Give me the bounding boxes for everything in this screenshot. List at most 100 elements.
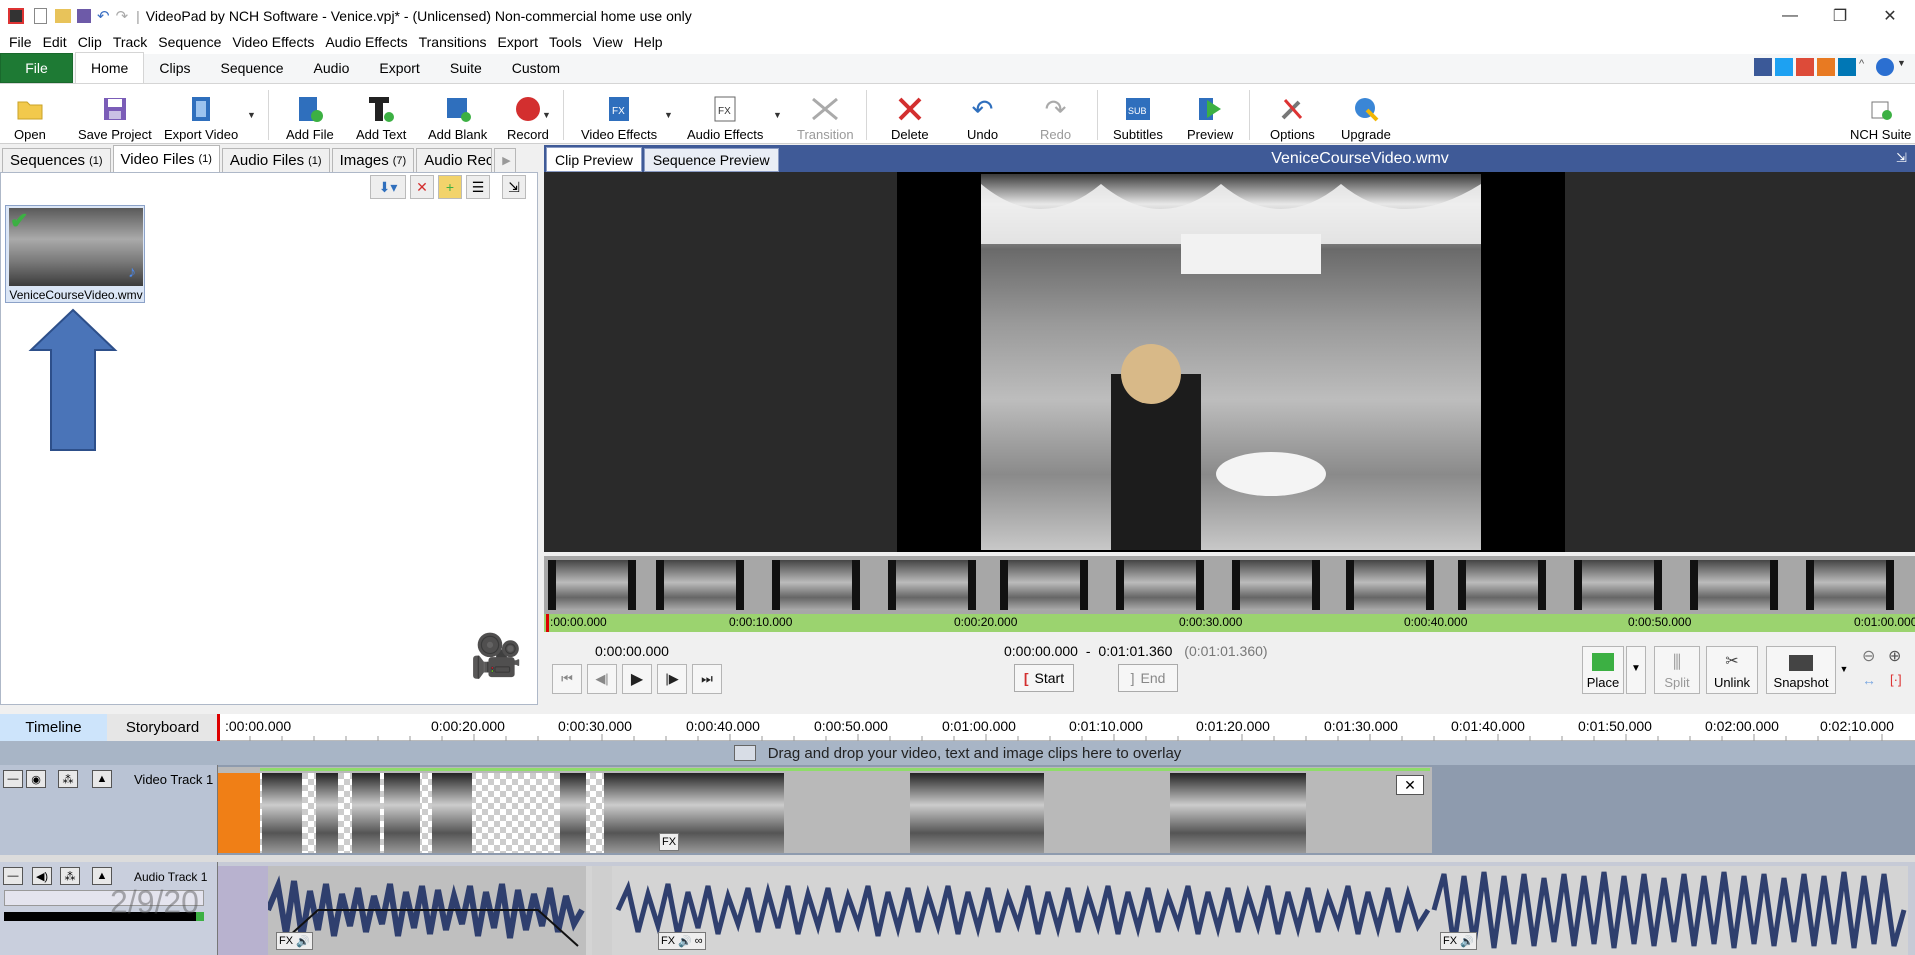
nch-suite-button[interactable]: NCH Suite bbox=[1850, 86, 1911, 142]
restore-button[interactable]: ❐ bbox=[1815, 0, 1865, 32]
audio-lock-icon[interactable]: ▲ bbox=[92, 867, 112, 885]
tab-suite[interactable]: Suite bbox=[435, 53, 497, 83]
google-plus-icon[interactable] bbox=[1796, 58, 1814, 76]
tab-export[interactable]: Export bbox=[364, 53, 434, 83]
tab-custom[interactable]: Custom bbox=[497, 53, 575, 83]
snapshot-button[interactable]: Snapshot bbox=[1766, 646, 1836, 694]
menu-audio-effects[interactable]: Audio Effects bbox=[325, 34, 407, 50]
tab-timeline[interactable]: Timeline bbox=[0, 714, 107, 741]
solo-audio-icon[interactable]: ⁂ bbox=[60, 867, 80, 885]
record-dropdown-icon[interactable]: ▼ bbox=[542, 110, 551, 120]
video-track[interactable]: FX ✕ bbox=[0, 765, 1915, 855]
tab-storyboard[interactable]: Storyboard bbox=[107, 714, 218, 741]
add-file-button[interactable]: Add File bbox=[286, 86, 334, 142]
solo-track-icon[interactable]: ⁂ bbox=[58, 770, 78, 788]
orange-clip[interactable] bbox=[218, 773, 260, 853]
linkedin-icon[interactable] bbox=[1838, 58, 1856, 76]
bin-tab-sequences[interactable]: Sequences (1) bbox=[2, 148, 111, 172]
set-end-button[interactable]: ] End bbox=[1118, 664, 1178, 692]
tab-audio[interactable]: Audio bbox=[299, 53, 365, 83]
remove-icon[interactable]: ✕ bbox=[410, 175, 434, 199]
new-icon[interactable] bbox=[34, 8, 47, 24]
zoom-in-icon[interactable]: ⊕ bbox=[1888, 646, 1901, 666]
collapse-track-icon[interactable]: — bbox=[3, 770, 23, 788]
audio-effects-button[interactable]: FX Audio Effects bbox=[687, 86, 763, 142]
menu-track[interactable]: Track bbox=[113, 34, 147, 50]
menu-file[interactable]: File bbox=[9, 34, 32, 50]
export-video-dropdown-icon[interactable]: ▼ bbox=[247, 110, 256, 120]
overlay-track[interactable]: Drag and drop your video, text and image… bbox=[0, 741, 1915, 765]
transition-button[interactable]: Transition bbox=[797, 86, 854, 142]
bin-tab-images[interactable]: Images (7) bbox=[331, 148, 415, 172]
menu-tools[interactable]: Tools bbox=[549, 34, 582, 50]
unlink-button[interactable]: ✂ Unlink bbox=[1706, 646, 1758, 694]
menu-video-effects[interactable]: Video Effects bbox=[232, 34, 314, 50]
tab-sequence-preview[interactable]: Sequence Preview bbox=[643, 148, 779, 172]
open-button[interactable]: Open bbox=[14, 86, 46, 142]
close-button[interactable]: ✕ bbox=[1865, 0, 1915, 32]
bin-tab-audio-recordings[interactable]: Audio Rec bbox=[416, 148, 493, 172]
new-bin-icon[interactable]: + bbox=[438, 175, 462, 199]
fit-width-icon[interactable]: ↔ bbox=[1862, 672, 1876, 688]
play-button[interactable]: ▶ bbox=[622, 664, 652, 694]
collapse-audio-track-icon[interactable]: — bbox=[3, 867, 23, 885]
track-splitter[interactable] bbox=[0, 855, 1915, 862]
nch-social-icon[interactable] bbox=[1817, 58, 1835, 76]
snapshot-dropdown-icon[interactable]: ▼ bbox=[1838, 646, 1850, 694]
set-start-button[interactable]: [Start bbox=[1014, 664, 1074, 692]
video-effects-button[interactable]: FX Video Effects bbox=[581, 86, 657, 142]
zoom-out-icon[interactable]: ⊖ bbox=[1862, 646, 1875, 666]
tab-home[interactable]: Home bbox=[75, 52, 145, 83]
minimize-button[interactable]: — bbox=[1765, 0, 1815, 32]
bin-tab-video-files[interactable]: Video Files (1) bbox=[112, 145, 220, 172]
help-icon[interactable] bbox=[1876, 58, 1894, 76]
audio-fx-badge-2[interactable]: FX 🔊 ∞ bbox=[658, 932, 706, 950]
video-fx-badge[interactable]: FX bbox=[659, 833, 680, 851]
twitter-icon[interactable] bbox=[1775, 58, 1793, 76]
facebook-icon[interactable] bbox=[1754, 58, 1772, 76]
fullscreen-icon[interactable]: [·] bbox=[1890, 672, 1902, 687]
collapse-ribbon-icon[interactable]: ^ bbox=[1859, 58, 1873, 76]
tab-file[interactable]: File bbox=[0, 53, 73, 83]
video-effects-dropdown-icon[interactable]: ▼ bbox=[664, 110, 673, 120]
delete-button[interactable]: Delete bbox=[891, 86, 929, 142]
upgrade-button[interactable]: Upgrade bbox=[1341, 86, 1391, 142]
visibility-eye-icon[interactable]: ◉ bbox=[26, 770, 46, 788]
audio-fx-badge-1[interactable]: FX 🔊 bbox=[276, 932, 313, 950]
options-button[interactable]: Options bbox=[1270, 86, 1315, 142]
lock-icon[interactable]: ▲ bbox=[92, 770, 112, 788]
list-view-icon[interactable]: ☰ bbox=[466, 175, 490, 199]
bin-tab-audio-files[interactable]: Audio Files (1) bbox=[221, 148, 330, 172]
place-dropdown-icon[interactable]: ▼ bbox=[1626, 646, 1646, 694]
export-video-button[interactable]: Export Video bbox=[164, 86, 238, 142]
clip-ruler[interactable]: :00:00.000 0:00:10.000 0:00:20.000 0:00:… bbox=[544, 614, 1915, 632]
audio-effects-dropdown-icon[interactable]: ▼ bbox=[773, 110, 782, 120]
undock-icon[interactable]: ⇲ bbox=[502, 175, 526, 199]
menu-view[interactable]: View bbox=[593, 34, 623, 50]
menu-export[interactable]: Export bbox=[498, 34, 538, 50]
bin-tab-scroll-right-icon[interactable]: ▶ bbox=[494, 148, 517, 172]
audio-fx-badge-3[interactable]: FX 🔊 bbox=[1440, 932, 1477, 950]
undock-preview-icon[interactable]: ⇲ bbox=[1896, 150, 1907, 166]
tab-sequence[interactable]: Sequence bbox=[205, 53, 298, 83]
redo-button[interactable]: ↷ Redo bbox=[1040, 86, 1071, 143]
mute-speaker-icon[interactable]: ◀) bbox=[32, 867, 52, 885]
menu-edit[interactable]: Edit bbox=[43, 34, 67, 50]
step-forward-button[interactable]: |▶ bbox=[657, 664, 687, 694]
skip-start-button[interactable]: ⏮ bbox=[552, 664, 582, 694]
help-dropdown-icon[interactable]: ▼ bbox=[1897, 58, 1907, 76]
menu-transitions[interactable]: Transitions bbox=[419, 34, 487, 50]
subtitles-button[interactable]: SUB Subtitles bbox=[1113, 86, 1163, 142]
add-text-button[interactable]: Add Text bbox=[356, 86, 406, 142]
timeline-ruler[interactable]: :00:00.000 0:00:20.000 0:00:30.000 0:00:… bbox=[218, 714, 1915, 741]
undo-quick-icon[interactable]: ↶ bbox=[97, 7, 110, 25]
transition-x-icon[interactable]: ✕ bbox=[1396, 775, 1424, 795]
split-button[interactable]: ⫼ Split bbox=[1654, 646, 1700, 694]
redo-quick-icon[interactable]: ↷ bbox=[116, 7, 129, 25]
place-button[interactable]: Place bbox=[1582, 646, 1624, 694]
tab-clip-preview[interactable]: Clip Preview bbox=[546, 147, 642, 172]
menu-help[interactable]: Help bbox=[634, 34, 663, 50]
skip-end-button[interactable]: ⏭ bbox=[692, 664, 722, 694]
preview-button[interactable]: Preview bbox=[1187, 86, 1233, 142]
menu-sequence[interactable]: Sequence bbox=[158, 34, 221, 50]
